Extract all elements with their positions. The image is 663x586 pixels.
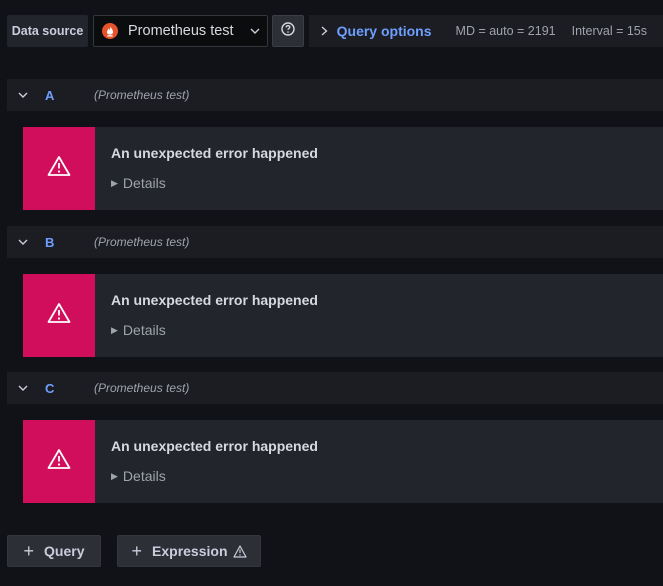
exclamation-triangle-icon <box>47 155 71 182</box>
interval-info: Interval = 15s <box>571 24 647 38</box>
datasource-help-button[interactable] <box>272 15 304 47</box>
query-datasource-name: (Prometheus test) <box>94 381 190 395</box>
query-error-alert: An unexpected error happened ▶ Details <box>23 127 663 210</box>
error-title: An unexpected error happened <box>111 438 318 454</box>
chevron-down-icon[interactable] <box>7 92 39 98</box>
plus-icon: + <box>23 541 35 561</box>
plus-icon: + <box>131 541 143 561</box>
details-label: Details <box>122 175 166 191</box>
alert-icon-container <box>23 420 95 503</box>
query-error-alert: An unexpected error happened ▶ Details <box>23 420 663 503</box>
chevron-down-icon[interactable] <box>7 239 39 245</box>
add-expression-label: Expression <box>152 543 228 559</box>
error-details-toggle[interactable]: ▶ Details <box>111 468 318 484</box>
query-ref-id[interactable]: B <box>39 235 94 250</box>
add-query-button[interactable]: + Query <box>7 535 101 567</box>
query-toolbar: Data source Prometheus test Query option… <box>7 15 663 47</box>
query-options-title: Query options <box>336 23 432 39</box>
chevron-right-icon <box>321 26 329 36</box>
caret-right-icon: ▶ <box>111 324 118 335</box>
exclamation-triangle-icon <box>47 448 71 475</box>
error-details-toggle[interactable]: ▶ Details <box>111 322 318 338</box>
query-datasource-name: (Prometheus test) <box>94 235 190 249</box>
alert-icon-container <box>23 127 95 210</box>
error-title: An unexpected error happened <box>111 292 318 308</box>
caret-right-icon: ▶ <box>111 470 118 481</box>
chevron-down-icon <box>243 28 267 34</box>
add-query-label: Query <box>44 543 85 559</box>
details-label: Details <box>122 322 166 338</box>
query-datasource-name: (Prometheus test) <box>94 88 190 102</box>
query-row-header[interactable]: B (Prometheus test) <box>7 226 663 258</box>
caret-right-icon: ▶ <box>111 177 118 188</box>
question-circle-icon <box>281 21 295 41</box>
query-row-header[interactable]: A (Prometheus test) <box>7 79 663 111</box>
add-expression-button[interactable]: + Expression <box>117 535 261 567</box>
query-ref-id[interactable]: C <box>39 381 94 396</box>
details-label: Details <box>122 468 166 484</box>
max-data-points-info: MD = auto = 2191 <box>455 24 556 38</box>
datasource-picker[interactable]: Prometheus test <box>93 15 268 47</box>
exclamation-triangle-icon <box>232 544 247 558</box>
error-details-toggle[interactable]: ▶ Details <box>111 175 318 191</box>
query-ref-id[interactable]: A <box>39 88 94 103</box>
datasource-label: Data source <box>7 15 88 47</box>
chevron-down-icon[interactable] <box>7 385 39 391</box>
query-error-alert: An unexpected error happened ▶ Details <box>23 274 663 357</box>
alert-icon-container <box>23 274 95 357</box>
exclamation-triangle-icon <box>47 302 71 329</box>
query-row-header[interactable]: C (Prometheus test) <box>7 372 663 404</box>
prometheus-logo-icon <box>102 23 118 39</box>
query-options-toggle[interactable]: Query options MD = auto = 2191 Interval … <box>309 15 663 47</box>
error-title: An unexpected error happened <box>111 145 318 161</box>
datasource-name: Prometheus test <box>128 23 234 39</box>
